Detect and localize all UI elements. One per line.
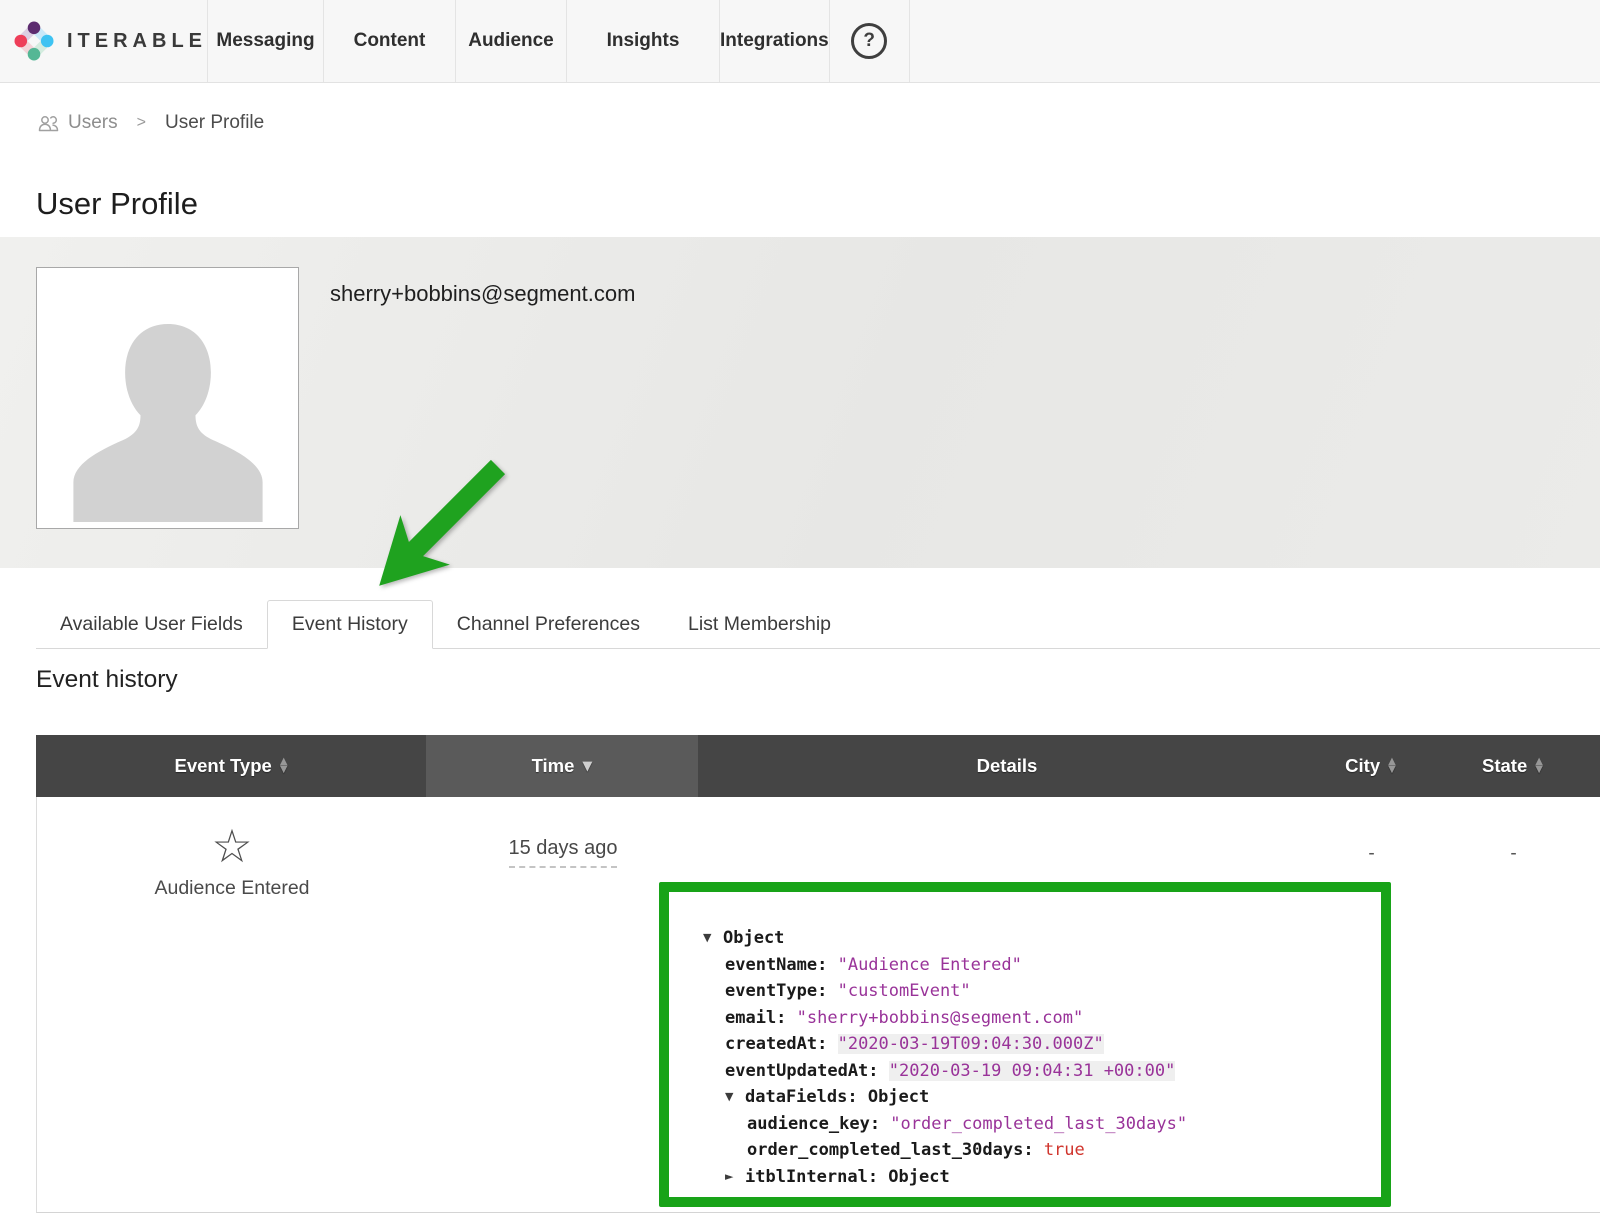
tab-label: List Membership [688,613,831,636]
json-object-label: Object [888,1167,949,1187]
json-key: eventName: [725,955,838,975]
profile-header: sherry+bobbins@segment.com [0,237,1600,568]
collapse-toggle-icon[interactable]: ▼ [703,925,723,952]
table-header-row: Event Type ▲▼ Time ▼ Details City ▲▼ State ▲… [36,735,1600,797]
column-header-city[interactable]: City ▲▼ [1316,735,1425,797]
time-cell: 15 days ago [427,837,699,860]
json-tree-line: createdAt: "2020-03-19T09:04:30.000Z" [703,1031,1373,1058]
breadcrumb: Users > User Profile [36,112,264,134]
json-tree-line: ▼Object [703,925,1373,952]
brand-name: ITERABLE [67,30,207,53]
help-button[interactable]: ? [830,0,910,82]
json-tree-line: ►itblInternal: Object [703,1164,1373,1191]
json-object-label: Object [723,928,784,948]
nav-label: Integrations [720,30,829,52]
json-tree-line: eventUpdatedAt: "2020-03-19 09:04:31 +00… [703,1058,1373,1085]
tab-label: Available User Fields [60,613,243,636]
json-value: "sherry+bobbins@segment.com" [797,1008,1084,1028]
nav-label: Audience [468,30,554,52]
sort-icon[interactable]: ▲▼ [1388,758,1396,774]
json-value: "customEvent" [838,981,971,1001]
table-row: ☆ Audience Entered 15 days ago ▼Objectev… [36,797,1600,1213]
json-tree-line: ▼dataFields: Object [703,1084,1373,1111]
tab-list-membership[interactable]: List Membership [664,600,855,648]
profile-tabs: Available User Fields Event History Chan… [36,600,1600,649]
iterable-logo-icon [14,17,54,65]
json-tree-line: eventType: "customEvent" [703,978,1373,1005]
question-mark-icon: ? [851,23,887,59]
event-type-label: Audience Entered [37,877,427,900]
json-object-label: Object [868,1087,929,1107]
collapse-toggle-icon[interactable]: ▼ [725,1084,745,1111]
state-value: - [1426,843,1600,865]
tab-available-user-fields[interactable]: Available User Fields [36,600,267,648]
nav-item-messaging[interactable]: Messaging [208,0,324,82]
nav-item-content[interactable]: Content [324,0,456,82]
json-value: "2020-03-19T09:04:30.000Z" [838,1034,1104,1054]
json-key: eventType: [725,981,838,1001]
nav-label: Messaging [216,30,314,52]
json-key: createdAt: [725,1034,838,1054]
json-tree-line: eventName: "Audience Entered" [703,952,1373,979]
json-tree-line: email: "sherry+bobbins@segment.com" [703,1005,1373,1032]
avatar [36,267,299,529]
json-key: dataFields: [745,1087,868,1107]
column-header-event-type[interactable]: Event Type ▲▼ [36,735,426,797]
json-key: order_completed_last_30days: [747,1140,1044,1160]
column-label: Event Type [174,755,271,777]
json-key: email: [725,1008,797,1028]
json-value: "2020-03-19 09:04:31 +00:00" [889,1061,1176,1081]
json-key: itblInternal: [745,1167,888,1187]
breadcrumb-users-link[interactable]: Users [36,112,118,134]
column-label: Details [977,755,1038,777]
column-header-state[interactable]: State ▲▼ [1425,735,1600,797]
annotation-highlight-box: ▼ObjecteventName: "Audience Entered"even… [659,882,1391,1207]
top-nav: ITERABLE Messaging Content Audience Insi… [0,0,1600,83]
json-key: eventUpdatedAt: [725,1061,889,1081]
json-value: "Audience Entered" [838,955,1022,975]
nav-label: Insights [607,30,680,52]
column-label: State [1482,755,1527,777]
column-label: Time [532,755,575,777]
brand-home-link[interactable]: ITERABLE [0,0,208,82]
event-type-cell: ☆ Audience Entered [37,823,427,900]
breadcrumb-current: User Profile [165,112,264,134]
user-profile-page: ITERABLE Messaging Content Audience Insi… [0,0,1600,1219]
time-value[interactable]: 15 days ago [509,837,618,868]
json-tree-line: audience_key: "order_completed_last_30da… [703,1111,1373,1138]
city-value: - [1317,843,1426,865]
event-history-heading: Event history [36,666,178,694]
nav-item-integrations[interactable]: Integrations [720,0,830,82]
sort-icon[interactable]: ▲▼ [280,758,288,774]
event-details-json-tree: ▼ObjecteventName: "Audience Entered"even… [669,892,1381,1198]
sort-icon[interactable]: ▲▼ [1535,758,1543,774]
breadcrumb-separator-icon: > [129,114,154,132]
breadcrumb-users-label: Users [68,112,118,134]
json-value: "order_completed_last_30days" [890,1114,1187,1134]
json-key: audience_key: [747,1114,890,1134]
nav-label: Content [354,30,426,52]
column-label: City [1345,755,1380,777]
users-icon [36,114,60,133]
expand-toggle-icon[interactable]: ► [725,1164,745,1191]
page-title: User Profile [36,186,198,222]
annotation-arrow [350,455,530,625]
nav-item-audience[interactable]: Audience [456,0,567,82]
nav-item-insights[interactable]: Insights [567,0,720,82]
person-silhouette-icon [58,296,278,528]
json-tree-line: order_completed_last_30days: true [703,1137,1373,1164]
json-value: true [1044,1140,1085,1160]
sort-icon[interactable]: ▼ [582,760,592,773]
column-header-details: Details [698,735,1316,797]
star-icon: ☆ [37,823,427,869]
event-history-table: Event Type ▲▼ Time ▼ Details City ▲▼ State ▲… [36,735,1600,1213]
profile-email: sherry+bobbins@segment.com [330,281,635,307]
column-header-time[interactable]: Time ▼ [426,735,698,797]
